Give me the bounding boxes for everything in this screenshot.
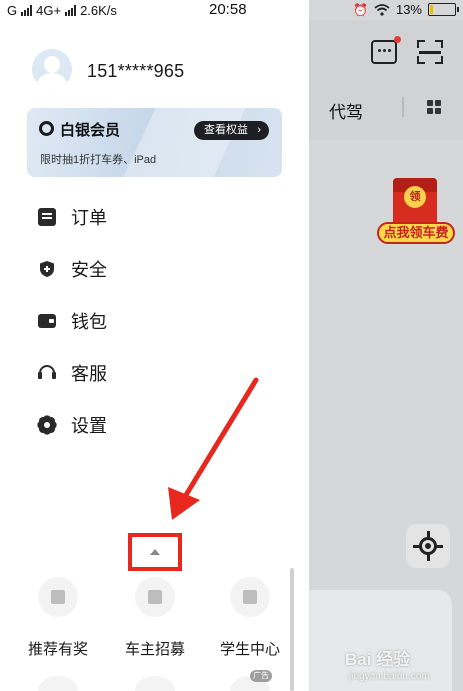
menu-label-wallet: 钱包 [71, 312, 107, 332]
network-speed: 2.6K/s [80, 3, 117, 18]
watermark-url: jingyan.baidu.com [349, 671, 430, 682]
grid-menu-icon[interactable] [427, 100, 441, 114]
member-logo-icon [39, 121, 54, 136]
red-packet-label[interactable]: 点我领车费 [377, 222, 455, 244]
signal-icon [21, 5, 33, 16]
drawer-scrollbar[interactable] [290, 568, 294, 691]
quick-item-partial-1[interactable] [38, 676, 78, 691]
battery-percent: 13% [395, 2, 422, 17]
quick-item-driver-recruit[interactable]: 车主招募 [110, 577, 200, 659]
menu-item-wallet[interactable]: 钱包 [38, 308, 107, 334]
wallet-icon [38, 314, 56, 328]
menu-item-orders[interactable]: 订单 [38, 204, 107, 230]
menu-item-settings[interactable]: 设置 [35, 412, 107, 438]
avatar[interactable] [32, 49, 72, 89]
network-type: 4G+ [36, 3, 62, 18]
menu-label-orders: 订单 [71, 208, 107, 228]
menu-item-security[interactable]: 安全 [38, 256, 107, 282]
quick-label-driver-recruit: 车主招募 [124, 641, 185, 658]
view-benefits-label: 查看权益 [204, 124, 248, 136]
watermark: Bai 经验 [345, 650, 411, 669]
side-drawer: 151*****965 白银会员 查看权益 › 限时抽1折打车券、iPad 订单… [0, 0, 309, 691]
menu-label-service: 客服 [71, 364, 107, 384]
quick-item-referral[interactable]: 推荐有奖 [13, 577, 103, 659]
gear-icon [35, 413, 59, 437]
quick-label-referral: 推荐有奖 [27, 641, 88, 658]
graduation-cap-icon [230, 577, 270, 617]
shield-icon [38, 260, 56, 278]
gift-icon [38, 577, 78, 617]
status-time: 20:58 [209, 1, 247, 18]
message-icon[interactable] [371, 36, 401, 64]
headset-icon [38, 364, 56, 382]
member-title: 白银会员 [60, 122, 121, 139]
view-benefits-button[interactable]: 查看权益 › [194, 121, 269, 140]
status-bar: G 4G+ 2.6K/s 20:58 ⏰ 13% [0, 0, 463, 20]
carrier-label: G [7, 3, 18, 18]
alarm-icon: ⏰ [353, 2, 368, 17]
member-card[interactable]: 白银会员 查看权益 › 限时抽1折打车券、iPad [27, 108, 282, 177]
ad-tag: 广告 [250, 670, 272, 682]
red-packet-promo[interactable]: 领 点我领车费 [377, 176, 455, 246]
menu-item-service[interactable]: 客服 [38, 360, 107, 386]
user-phone[interactable]: 151*****965 [87, 61, 184, 82]
quick-label-student: 学生中心 [219, 641, 280, 658]
signal-icon-2 [65, 5, 77, 16]
wifi-icon [374, 3, 390, 16]
map-header [300, 20, 463, 140]
locate-button[interactable] [406, 524, 450, 568]
expand-toggle-button[interactable] [128, 533, 182, 571]
order-icon [38, 208, 56, 226]
menu-label-security: 安全 [71, 260, 107, 280]
tab-daijia[interactable]: 代驾 [329, 98, 363, 123]
driver-icon [135, 577, 175, 617]
red-packet-coin: 领 [404, 186, 426, 208]
scan-icon[interactable] [417, 40, 443, 64]
quick-item-partial-2[interactable] [135, 676, 175, 691]
unread-dot-icon [394, 36, 401, 43]
tab-divider [402, 97, 404, 117]
quick-item-student[interactable]: 学生中心 [205, 577, 295, 659]
chevron-right-icon: › [257, 124, 261, 136]
menu-label-settings: 设置 [71, 416, 107, 436]
member-subtitle: 限时抽1折打车券、iPad [40, 154, 157, 166]
caret-up-icon [150, 549, 160, 555]
battery-icon [428, 3, 459, 16]
